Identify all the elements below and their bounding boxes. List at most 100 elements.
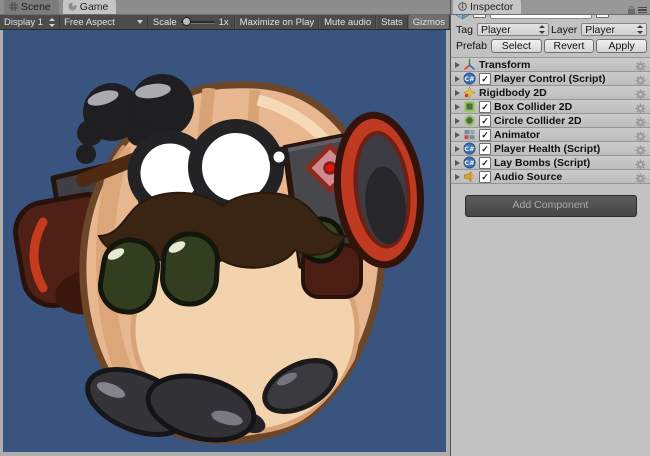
gizmos-label: Gizmos [413,17,445,28]
scale-value: 1x [219,17,229,28]
hero-character [3,30,446,452]
component-name: Box Collider 2D [494,101,635,113]
foldout-icon[interactable] [455,160,460,166]
menu-icon[interactable] [638,7,647,14]
aspect-dropdown-label: Free Aspect [64,17,115,28]
gear-icon[interactable] [635,59,646,70]
component-enabled-checkbox[interactable] [479,101,491,113]
gear-icon[interactable] [635,73,646,84]
game-panel: Scene Game Display 1 Free Aspect Scale 1… [0,0,450,456]
component-name: Lay Bombs (Script) [494,157,635,169]
component-row-transform[interactable]: Transform [451,58,650,72]
foldout-icon[interactable] [455,146,460,152]
inspector-strip-icons [628,6,650,14]
transform-icon [463,58,476,71]
display-dropdown-label: Display 1 [4,17,43,28]
component-row-player-health[interactable]: C# Player Health (Script) [451,142,650,156]
scale-control: Scale 1x [148,15,235,29]
prefab-apply-button[interactable]: Apply [596,39,647,53]
component-enabled-checkbox[interactable] [479,143,491,155]
foldout-icon[interactable] [455,118,460,124]
game-scene[interactable] [3,30,446,452]
gizmos-button[interactable]: Gizmos [408,15,450,29]
rigidbody2d-icon [463,86,476,99]
unity-editor-window: { "colors": { "game_background": "#3a548… [0,0,650,456]
component-row-audio-source[interactable]: Audio Source [451,170,650,184]
tab-scene[interactable]: Scene [4,0,59,14]
prefab-row: Prefab Select Revert Apply [454,39,647,53]
animator-icon [463,128,476,141]
component-name: Audio Source [494,171,635,183]
gear-icon[interactable] [635,157,646,168]
add-component-button[interactable]: Add Component [465,195,637,217]
display-dropdown[interactable]: Display 1 [0,15,60,29]
maximize-on-play-button[interactable]: Maximize on Play [235,15,319,29]
scale-label: Scale [153,17,177,28]
foldout-icon[interactable] [455,174,460,180]
stats-label: Stats [381,17,403,28]
layer-value: Player [585,24,615,36]
mute-label: Mute audio [324,17,371,28]
inspector-tab-strip: Inspector [451,0,650,15]
foldout-icon[interactable] [455,132,460,138]
tag-value: Player [481,24,511,36]
scale-slider[interactable] [181,21,215,24]
layer-label: Layer [551,24,577,36]
prefab-revert-button[interactable]: Revert [544,39,595,53]
component-row-player-control[interactable]: C# Player Control (Script) [451,72,650,86]
gear-icon[interactable] [635,115,646,126]
tab-inspector[interactable]: Inspector [453,0,521,14]
component-enabled-checkbox[interactable] [479,73,491,85]
game-icon [68,2,77,11]
tab-scene-label: Scene [21,1,51,13]
component-row-box-collider2d[interactable]: Box Collider 2D [451,100,650,114]
component-list: Transform C# Player Control (Script) Rig… [451,57,650,184]
left-tab-strip: Scene Game [0,0,450,15]
grid-icon [9,2,18,11]
tag-dropdown[interactable]: Player [477,23,549,36]
csharp-script-icon: C# [463,142,476,155]
scale-slider-knob[interactable] [182,17,191,26]
tag-label: Tag [456,24,473,36]
tab-game-label: Game [80,1,109,13]
component-enabled-checkbox[interactable] [479,171,491,183]
component-row-lay-bombs[interactable]: C# Lay Bombs (Script) [451,156,650,170]
gear-icon[interactable] [635,129,646,140]
component-enabled-checkbox[interactable] [479,157,491,169]
component-enabled-checkbox[interactable] [479,115,491,127]
component-row-circle-collider2d[interactable]: Circle Collider 2D [451,114,650,128]
popup-icon [534,25,545,34]
component-row-animator[interactable]: Animator [451,128,650,142]
csharp-script-icon: C# [463,72,476,85]
component-enabled-checkbox[interactable] [479,129,491,141]
game-viewport-frame [0,30,450,456]
component-row-rigidbody2d[interactable]: Rigidbody 2D [451,86,650,100]
foldout-icon[interactable] [455,62,460,68]
component-name: Animator [494,129,635,141]
svg-text:C#: C# [464,145,474,153]
game-toolbar: Display 1 Free Aspect Scale 1x Maximize … [0,15,450,30]
prefab-label: Prefab [456,40,487,52]
foldout-icon[interactable] [455,104,460,110]
foldout-icon[interactable] [455,90,460,96]
chevron-down-icon [137,20,143,24]
gear-icon[interactable] [635,143,646,154]
stats-button[interactable]: Stats [376,15,408,29]
csharp-script-icon: C# [463,156,476,169]
mute-audio-button[interactable]: Mute audio [319,15,376,29]
audio-source-icon [463,170,476,183]
foldout-icon[interactable] [455,76,460,82]
popup-icon [48,18,55,27]
gear-icon[interactable] [635,87,646,98]
tab-game[interactable]: Game [63,0,117,14]
component-name: Player Health (Script) [494,143,635,155]
gear-icon[interactable] [635,171,646,182]
lock-icon[interactable] [628,6,635,14]
inspector-panel: Inspector hero Static Tag [450,0,650,456]
aspect-dropdown[interactable]: Free Aspect [60,15,148,29]
component-name: Circle Collider 2D [494,115,635,127]
tab-inspector-label: Inspector [470,1,513,13]
layer-dropdown[interactable]: Player [581,23,647,36]
gear-icon[interactable] [635,101,646,112]
prefab-select-button[interactable]: Select [491,39,542,53]
